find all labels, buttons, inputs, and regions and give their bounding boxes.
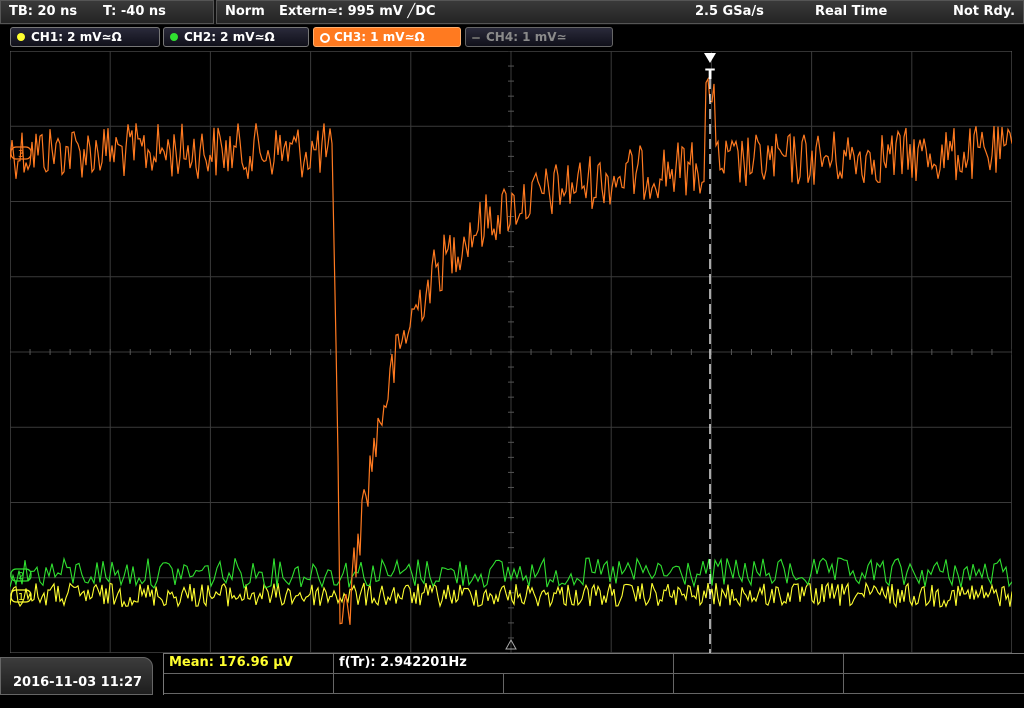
acquisition-mode: Real Time (815, 4, 888, 19)
run-state: Not Rdy. (953, 4, 1016, 19)
bottom-bar: 2016-11-03 11:27 Mean: 176.96 µV f(Tr): … (0, 653, 1024, 695)
measurement-mean[interactable]: Mean: 176.96 µV (164, 654, 334, 674)
channel-1-marker-label: 1 (18, 592, 24, 603)
timebase-panel[interactable]: TB: 20 ns T: -40 ns (0, 0, 214, 24)
channel-3-tab[interactable]: CH3: 1 mV≃Ω (313, 27, 461, 47)
channel-tabs: CH1: 2 mV≃Ω CH2: 2 mV≃Ω CH3: 1 mV≃Ω CH4:… (0, 26, 1024, 48)
measurement-slot-empty[interactable] (844, 654, 1024, 674)
date-time-readout: 2016-11-03 11:27 (13, 675, 143, 690)
channel-1-label: CH1: 2 mV≃Ω (31, 30, 122, 44)
channel-1-dot-icon (17, 33, 25, 41)
status-bar: TB: 20 ns T: -40 ns Norm Extern≃: 995 mV… (0, 0, 1024, 25)
measurement-slot-empty[interactable] (504, 674, 674, 694)
trigger-offset-readout: T: -40 ns (103, 4, 166, 19)
channel-3-label: CH3: 1 mV≃Ω (334, 30, 425, 44)
trigger-source: Extern≃: 995 mV ╱DC (279, 4, 436, 19)
measurement-trigger-frequency[interactable]: f(Tr): 2.942201Hz (334, 654, 674, 674)
measurement-slot-empty[interactable] (844, 674, 1024, 694)
channel-1-tab[interactable]: CH1: 2 mV≃Ω (10, 27, 160, 47)
channel-3-marker-label: 3 (18, 149, 24, 160)
channel-4-label: CH4: 1 mV≃ (486, 30, 567, 44)
sample-rate: 2.5 GSa/s (695, 4, 764, 19)
channel-2-dot-icon (170, 33, 178, 41)
channel-2-marker-label: 2 (18, 571, 24, 582)
trigger-mode: Norm (225, 4, 265, 19)
waveform-display[interactable]: T 3 2 1 (10, 51, 1012, 653)
measurement-slot-empty[interactable] (334, 674, 504, 694)
measurement-slot-empty[interactable] (164, 674, 334, 694)
trigger-panel[interactable]: Norm Extern≃: 995 mV ╱DC 2.5 GSa/s Real … (216, 0, 1024, 24)
channel-4-dash-icon (472, 37, 480, 39)
trigger-marker-label: T (705, 67, 715, 83)
measurement-slot-empty[interactable] (674, 674, 844, 694)
measurement-panel[interactable]: Mean: 176.96 µV f(Tr): 2.942201Hz (163, 653, 1024, 695)
channel-2-tab[interactable]: CH2: 2 mV≃Ω (163, 27, 309, 47)
date-time-panel[interactable]: 2016-11-03 11:27 (0, 657, 153, 695)
timebase-readout: TB: 20 ns (9, 4, 78, 19)
measurement-slot-empty[interactable] (674, 654, 844, 674)
channel-3-dot-icon (320, 33, 330, 43)
channel-2-label: CH2: 2 mV≃Ω (184, 30, 275, 44)
channel-4-tab[interactable]: CH4: 1 mV≃ (465, 27, 613, 47)
